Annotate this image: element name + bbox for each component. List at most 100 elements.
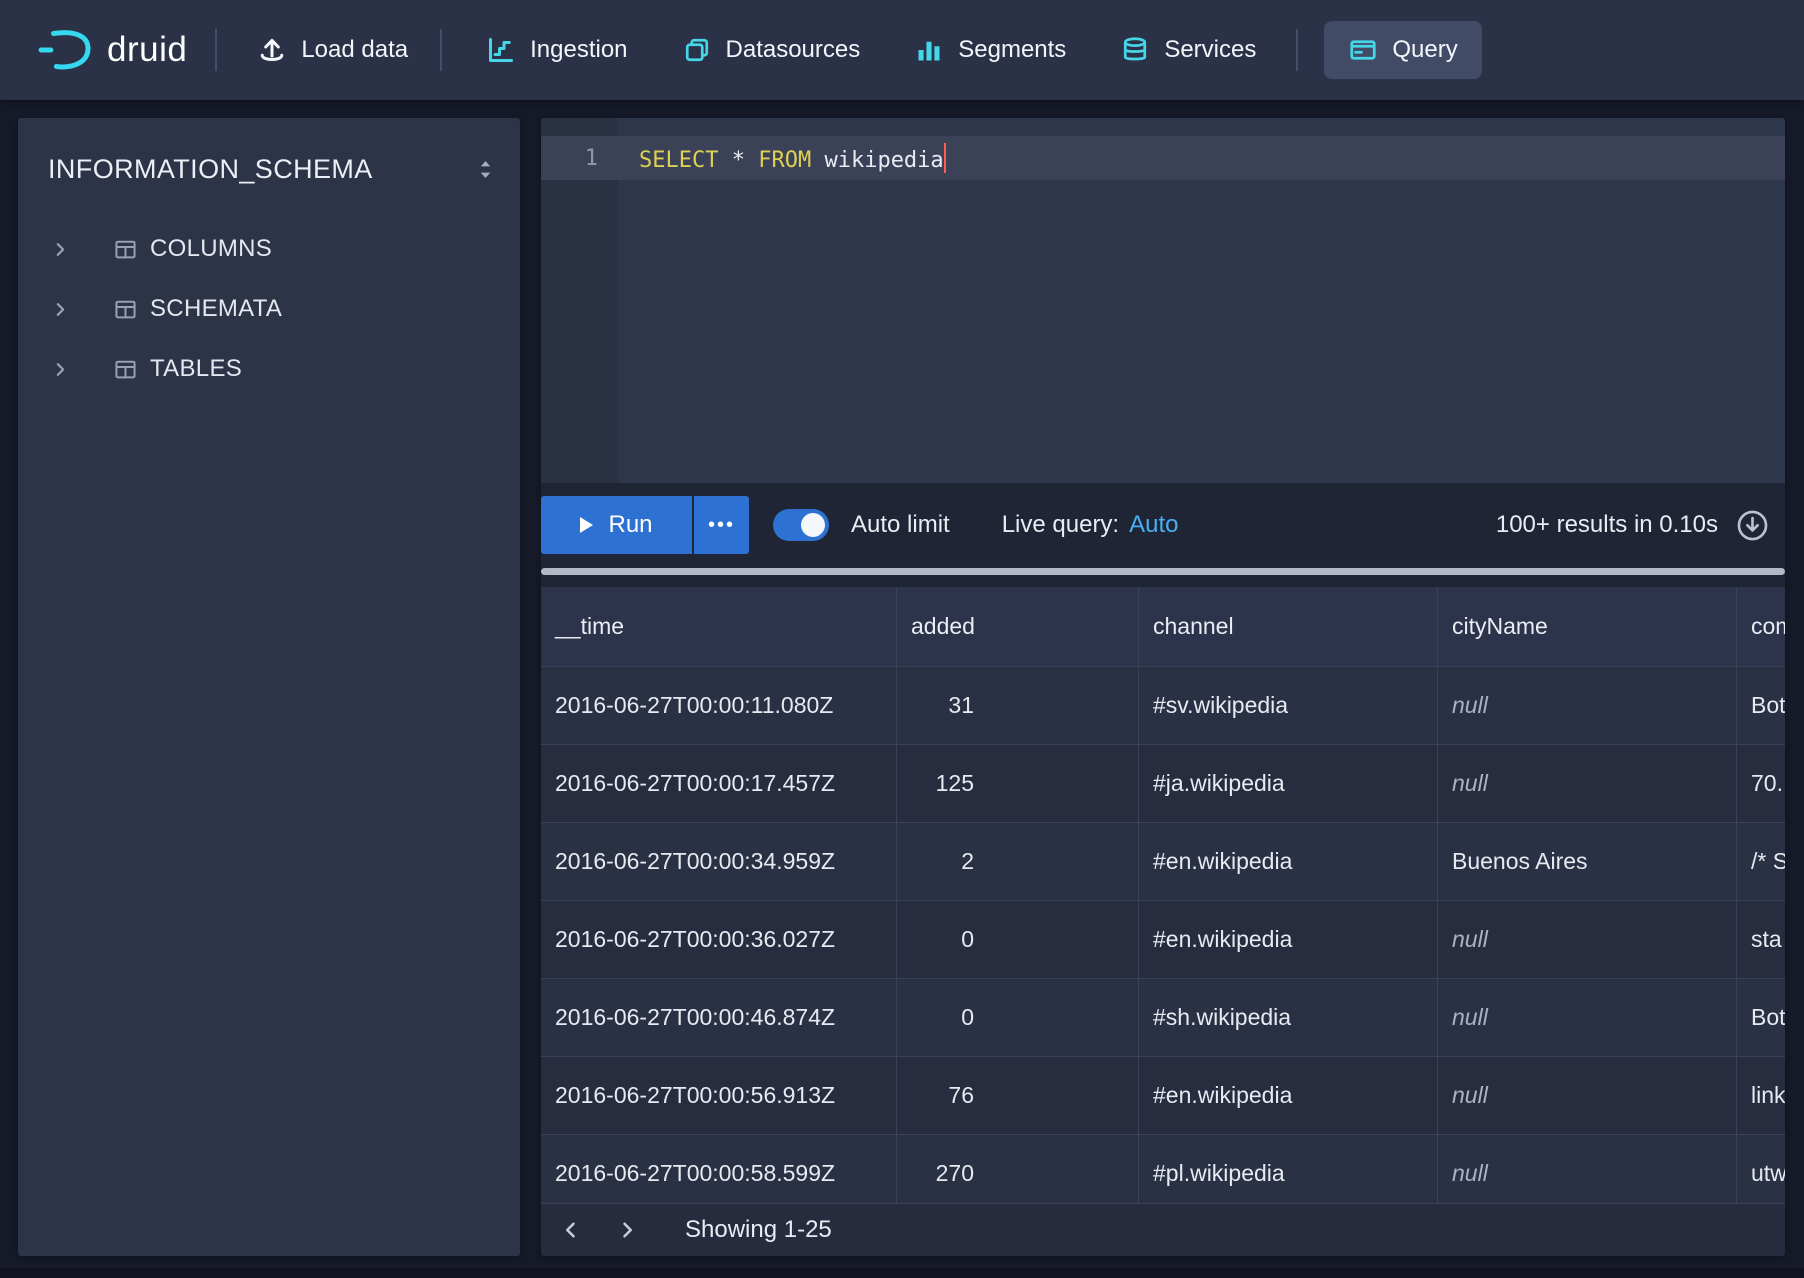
column-header-comment[interactable]: comment: [1737, 587, 1785, 666]
nav-datasources[interactable]: Datasources: [672, 23, 871, 77]
cell-comment[interactable]: utw: [1737, 1135, 1785, 1203]
run-button-label: Run: [608, 511, 652, 539]
druid-console: druid Load data Ingestion Datasources: [0, 0, 1804, 1278]
cell-cityname[interactable]: null: [1438, 667, 1737, 744]
cell-channel[interactable]: #en.wikipedia: [1139, 823, 1438, 900]
horizontal-scrollbar[interactable]: [541, 568, 1785, 575]
table-icon: [113, 357, 138, 382]
run-bar: Run ••• Auto limit Live query: Auto 100+…: [541, 483, 1785, 587]
auto-limit-label: Auto limit: [851, 511, 950, 539]
upload-icon: [257, 35, 287, 65]
sql-query-text[interactable]: SELECT * FROM wikipedia: [618, 143, 946, 173]
chevron-right-icon: [52, 301, 69, 318]
cell-comment[interactable]: Bot: [1737, 979, 1785, 1056]
sql-editor[interactable]: 1 SELECT * FROM wikipedia: [541, 118, 1785, 483]
download-icon: [1736, 509, 1769, 542]
cell-added[interactable]: 31: [897, 667, 1139, 744]
cell-added[interactable]: 125: [897, 745, 1139, 822]
table-icon: [113, 297, 138, 322]
druid-logo[interactable]: druid: [36, 27, 187, 73]
nav-label: Segments: [958, 36, 1066, 64]
download-results-button[interactable]: [1736, 509, 1769, 542]
sql-text: *: [718, 148, 758, 173]
showing-results-label: Showing 1-25: [685, 1216, 832, 1244]
cell-time[interactable]: 2016-06-27T00:00:58.599Z: [541, 1135, 897, 1203]
results-table: __time added channel cityName comment 20…: [541, 587, 1785, 1203]
sql-text: wikipedia: [811, 148, 943, 173]
ingestion-chart-icon: [486, 35, 516, 65]
cell-cityname[interactable]: null: [1438, 979, 1737, 1056]
table-header-row: __time added channel cityName comment: [541, 587, 1785, 667]
cell-channel[interactable]: #sv.wikipedia: [1139, 667, 1438, 744]
auto-limit-toggle[interactable]: [773, 509, 829, 541]
chevron-right-icon: [617, 1220, 637, 1240]
cell-added[interactable]: 76: [897, 1057, 1139, 1134]
cell-channel[interactable]: #ja.wikipedia: [1139, 745, 1438, 822]
run-more-button[interactable]: •••: [694, 496, 749, 554]
cell-added[interactable]: 0: [897, 901, 1139, 978]
text-cursor-icon: [944, 143, 946, 173]
druid-logo-text: druid: [107, 30, 187, 70]
tree-item-label: TABLES: [150, 355, 242, 383]
cell-comment[interactable]: link: [1737, 1057, 1785, 1134]
run-controls: Run ••• Auto limit Live query: Auto 100+…: [541, 483, 1785, 567]
cell-channel[interactable]: #pl.wikipedia: [1139, 1135, 1438, 1203]
play-icon: [580, 517, 593, 533]
cell-time[interactable]: 2016-06-27T00:00:11.080Z: [541, 667, 897, 744]
table-row: 2016-06-27T00:00:11.080Z 31 #sv.wikipedi…: [541, 667, 1785, 745]
tree-item-label: SCHEMATA: [150, 295, 282, 323]
next-page-button[interactable]: [605, 1210, 649, 1250]
nav-load-data[interactable]: Load data: [247, 23, 418, 77]
editor-line-1[interactable]: 1 SELECT * FROM wikipedia: [541, 136, 1785, 180]
query-workbench: 1 SELECT * FROM wikipedia Run ••• Auto l…: [541, 118, 1785, 1256]
cell-cityname[interactable]: null: [1438, 1057, 1737, 1134]
cell-cityname[interactable]: Buenos Aires: [1438, 823, 1737, 900]
chevron-right-icon: [52, 361, 69, 378]
cell-time[interactable]: 2016-06-27T00:00:36.027Z: [541, 901, 897, 978]
cell-cityname[interactable]: null: [1438, 745, 1737, 822]
nav-query[interactable]: Query: [1324, 21, 1481, 79]
column-header-channel[interactable]: channel: [1139, 587, 1438, 666]
schema-selector[interactable]: INFORMATION_SCHEMA: [18, 118, 520, 205]
cell-time[interactable]: 2016-06-27T00:00:17.457Z: [541, 745, 897, 822]
cell-channel[interactable]: #en.wikipedia: [1139, 901, 1438, 978]
cell-comment[interactable]: 70.: [1737, 745, 1785, 822]
prev-page-button[interactable]: [549, 1210, 593, 1250]
column-header-added[interactable]: added: [897, 587, 1139, 666]
column-header-cityname[interactable]: cityName: [1438, 587, 1737, 666]
column-header-time[interactable]: __time: [541, 587, 897, 666]
nav-services[interactable]: Services: [1110, 23, 1266, 77]
cell-channel[interactable]: #en.wikipedia: [1139, 1057, 1438, 1134]
tree-item-schemata[interactable]: SCHEMATA: [18, 279, 520, 339]
tree-item-tables[interactable]: TABLES: [18, 339, 520, 399]
cell-added[interactable]: 0: [897, 979, 1139, 1056]
cell-comment[interactable]: /* S: [1737, 823, 1785, 900]
tree-item-columns[interactable]: COLUMNS: [18, 219, 520, 279]
cell-comment[interactable]: Bot: [1737, 667, 1785, 744]
cell-comment[interactable]: sta: [1737, 901, 1785, 978]
cell-added[interactable]: 270: [897, 1135, 1139, 1203]
cell-cityname[interactable]: null: [1438, 1135, 1737, 1203]
table-row: 2016-06-27T00:00:58.599Z 270 #pl.wikiped…: [541, 1135, 1785, 1203]
cell-cityname[interactable]: null: [1438, 901, 1737, 978]
schema-tree: COLUMNS SCHEMATA TABLES: [18, 219, 520, 399]
nav-ingestion[interactable]: Ingestion: [476, 23, 637, 77]
druid-logo-icon: [36, 27, 94, 73]
table-row: 2016-06-27T00:00:17.457Z 125 #ja.wikiped…: [541, 745, 1785, 823]
chevron-left-icon: [561, 1220, 581, 1240]
cell-time[interactable]: 2016-06-27T00:00:34.959Z: [541, 823, 897, 900]
cell-added[interactable]: 2: [897, 823, 1139, 900]
chevron-right-icon: [52, 241, 69, 258]
cell-time[interactable]: 2016-06-27T00:00:56.913Z: [541, 1057, 897, 1134]
nav-label: Load data: [301, 36, 408, 64]
live-query-value[interactable]: Auto: [1129, 511, 1178, 539]
cell-channel[interactable]: #sh.wikipedia: [1139, 979, 1438, 1056]
table-row: 2016-06-27T00:00:34.959Z 2 #en.wikipedia…: [541, 823, 1785, 901]
ellipsis-icon: •••: [708, 514, 735, 537]
results-summary: 100+ results in 0.10s: [1496, 511, 1718, 539]
table-row: 2016-06-27T00:00:56.913Z 76 #en.wikipedi…: [541, 1057, 1785, 1135]
services-database-icon: [1120, 35, 1150, 65]
run-button[interactable]: Run: [541, 496, 692, 554]
nav-segments[interactable]: Segments: [904, 23, 1076, 77]
cell-time[interactable]: 2016-06-27T00:00:46.874Z: [541, 979, 897, 1056]
